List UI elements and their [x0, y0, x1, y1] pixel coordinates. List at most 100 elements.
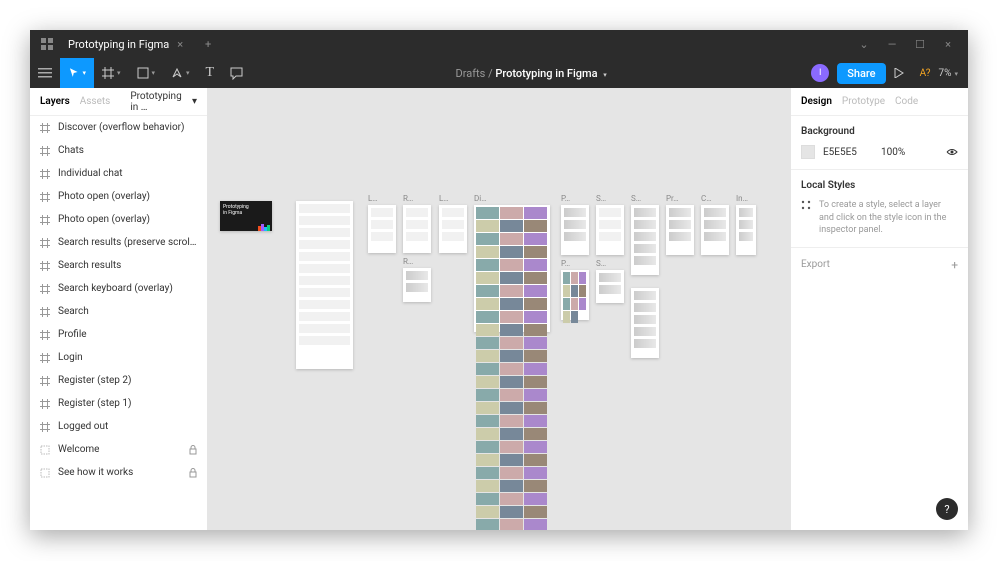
frame-label: S…: [631, 194, 641, 203]
component-icon: [40, 468, 50, 478]
canvas-frame[interactable]: P…: [561, 270, 589, 320]
canvas-frame[interactable]: In…: [736, 205, 756, 255]
frame-icon: [40, 192, 50, 202]
page-selector[interactable]: Prototyping in …▾: [130, 91, 197, 113]
canvas-frame[interactable]: P…: [561, 205, 589, 255]
canvas-frame[interactable]: S…: [596, 205, 624, 255]
layer-label: Register (step 1): [58, 398, 197, 409]
frame-label: P…: [561, 259, 570, 268]
canvas-frame[interactable]: [296, 201, 353, 369]
app-menu-icon[interactable]: [36, 33, 58, 55]
canvas-frame[interactable]: Prototypingin Figma: [220, 201, 272, 231]
canvas[interactable]: Prototypingin FigmaL…R…L…Di…R…P…S…S…Pr…C…: [208, 88, 790, 530]
frame-label: L…: [439, 194, 449, 203]
frame-icon: [40, 261, 50, 271]
layer-label: Photo open (overlay): [58, 214, 197, 225]
layer-label: Search results (preserve scroll po…: [58, 237, 197, 248]
layer-item[interactable]: Search: [30, 300, 207, 323]
breadcrumb-current: Prototyping in Figma: [495, 67, 597, 80]
canvas-frame[interactable]: Pr…: [666, 205, 694, 255]
frame-icon: [40, 169, 50, 179]
layer-item[interactable]: Discover (overflow behavior): [30, 116, 207, 139]
missing-fonts-icon[interactable]: A?: [920, 68, 931, 79]
layer-item[interactable]: Search keyboard (overlay): [30, 277, 207, 300]
file-tab[interactable]: Prototyping in Figma ×: [58, 33, 193, 55]
layer-item[interactable]: Search results: [30, 254, 207, 277]
frame-label: R…: [403, 257, 413, 266]
layer-item[interactable]: Register (step 2): [30, 369, 207, 392]
canvas-frame[interactable]: R…: [403, 268, 431, 302]
layer-label: Individual chat: [58, 168, 197, 179]
layer-item[interactable]: Photo open (overlay): [30, 208, 207, 231]
frame-icon: [40, 307, 50, 317]
tab-assets[interactable]: Assets: [80, 96, 111, 107]
layer-item[interactable]: Profile: [30, 323, 207, 346]
add-export-button[interactable]: +: [951, 258, 958, 272]
maximize-button[interactable]: ☐: [906, 30, 934, 58]
canvas-frame[interactable]: L…: [368, 205, 396, 253]
local-styles-title: Local Styles: [801, 180, 958, 191]
frame-icon: [40, 238, 50, 248]
user-avatar[interactable]: I: [811, 64, 829, 82]
layer-item[interactable]: Login: [30, 346, 207, 369]
canvas-frame[interactable]: S…: [631, 205, 659, 275]
layer-label: See how it works: [58, 467, 181, 478]
background-section: Background E5E5E5 100%: [791, 116, 968, 170]
dropdown-icon[interactable]: ⌄: [850, 30, 878, 58]
main-menu-button[interactable]: [30, 58, 60, 88]
canvas-frame[interactable]: R…: [403, 205, 431, 253]
layer-label: Chats: [58, 145, 197, 156]
help-button[interactable]: ?: [936, 498, 958, 520]
breadcrumb[interactable]: Drafts / Prototyping in Figma ▾: [456, 67, 607, 80]
new-tab-button[interactable]: +: [199, 38, 217, 51]
background-hex[interactable]: E5E5E5: [823, 147, 873, 158]
layer-item[interactable]: Search results (preserve scroll po…: [30, 231, 207, 254]
background-swatch[interactable]: [801, 145, 815, 159]
layer-item[interactable]: Welcome: [30, 438, 207, 461]
styles-icon: [801, 199, 811, 237]
canvas-frame[interactable]: S…: [596, 270, 624, 303]
text-tool[interactable]: T: [198, 58, 223, 88]
minimize-button[interactable]: —: [878, 30, 906, 58]
move-tool[interactable]: ▾: [60, 58, 94, 88]
frame-label: P…: [561, 194, 570, 203]
local-styles-info: To create a style, select a layer and cl…: [819, 199, 958, 237]
share-button[interactable]: Share: [837, 63, 885, 84]
frame-label: C…: [701, 194, 712, 203]
layer-item[interactable]: Register (step 1): [30, 392, 207, 415]
layer-label: Photo open (overlay): [58, 191, 197, 202]
visibility-toggle-icon[interactable]: [946, 148, 958, 156]
right-panel: Design Prototype Code Background E5E5E5 …: [790, 88, 968, 530]
tab-layers[interactable]: Layers: [40, 96, 70, 107]
lock-icon[interactable]: [189, 468, 197, 478]
breadcrumb-parent: Drafts: [456, 67, 486, 80]
layer-label: Search: [58, 306, 197, 317]
frame-label: R…: [403, 194, 413, 203]
comment-tool[interactable]: [222, 58, 251, 88]
present-button[interactable]: [894, 68, 912, 78]
window-titlebar: Prototyping in Figma × + ⌄ — ☐ ×: [30, 30, 968, 58]
layer-item[interactable]: Individual chat: [30, 162, 207, 185]
canvas-frame[interactable]: Di…: [474, 205, 550, 332]
zoom-level[interactable]: 7%▾: [939, 68, 958, 79]
frame-tool[interactable]: ▾: [94, 58, 129, 88]
shape-tool[interactable]: ▾: [129, 58, 164, 88]
canvas-frame[interactable]: [631, 288, 659, 358]
close-window-button[interactable]: ×: [934, 30, 962, 58]
layer-item[interactable]: See how it works: [30, 461, 207, 484]
lock-icon[interactable]: [189, 445, 197, 455]
tab-code[interactable]: Code: [895, 96, 918, 107]
background-opacity[interactable]: 100%: [881, 147, 938, 158]
frame-label: Di…: [474, 194, 487, 203]
pen-tool[interactable]: ▾: [163, 58, 198, 88]
canvas-frame[interactable]: C…: [701, 205, 729, 255]
tab-design[interactable]: Design: [801, 96, 832, 107]
layer-item[interactable]: Chats: [30, 139, 207, 162]
layer-label: Search results: [58, 260, 197, 271]
layer-item[interactable]: Photo open (overlay): [30, 185, 207, 208]
background-title: Background: [801, 126, 958, 137]
close-tab-icon[interactable]: ×: [177, 38, 183, 51]
canvas-frame[interactable]: L…: [439, 205, 467, 253]
tab-prototype[interactable]: Prototype: [842, 96, 885, 107]
layer-item[interactable]: Logged out: [30, 415, 207, 438]
